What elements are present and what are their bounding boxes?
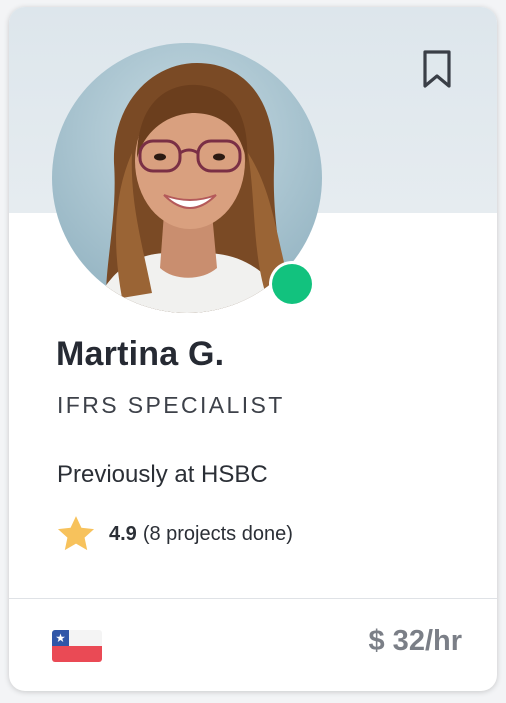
previous-employer: Previously at HSBC [57,461,268,488]
rating-row: 4.9 (8 projects done) [55,512,293,556]
freelancer-role: IFRS SPECIALIST [57,392,285,418]
rating-score: 4.9 [109,522,137,545]
hourly-rate: $ 32/hr [368,625,463,657]
freelancer-card[interactable]: Martina G. IFRS SPECIALIST Previously at… [9,7,497,691]
freelancer-name: Martina G. [56,335,225,373]
projects-count: (8 projects done) [142,522,293,545]
chile-flag-icon [52,630,102,662]
online-status-indicator [269,261,315,307]
card-divider [9,598,497,599]
bookmark-icon[interactable] [421,49,453,89]
avatar-container [52,43,322,313]
star-icon [57,516,95,551]
